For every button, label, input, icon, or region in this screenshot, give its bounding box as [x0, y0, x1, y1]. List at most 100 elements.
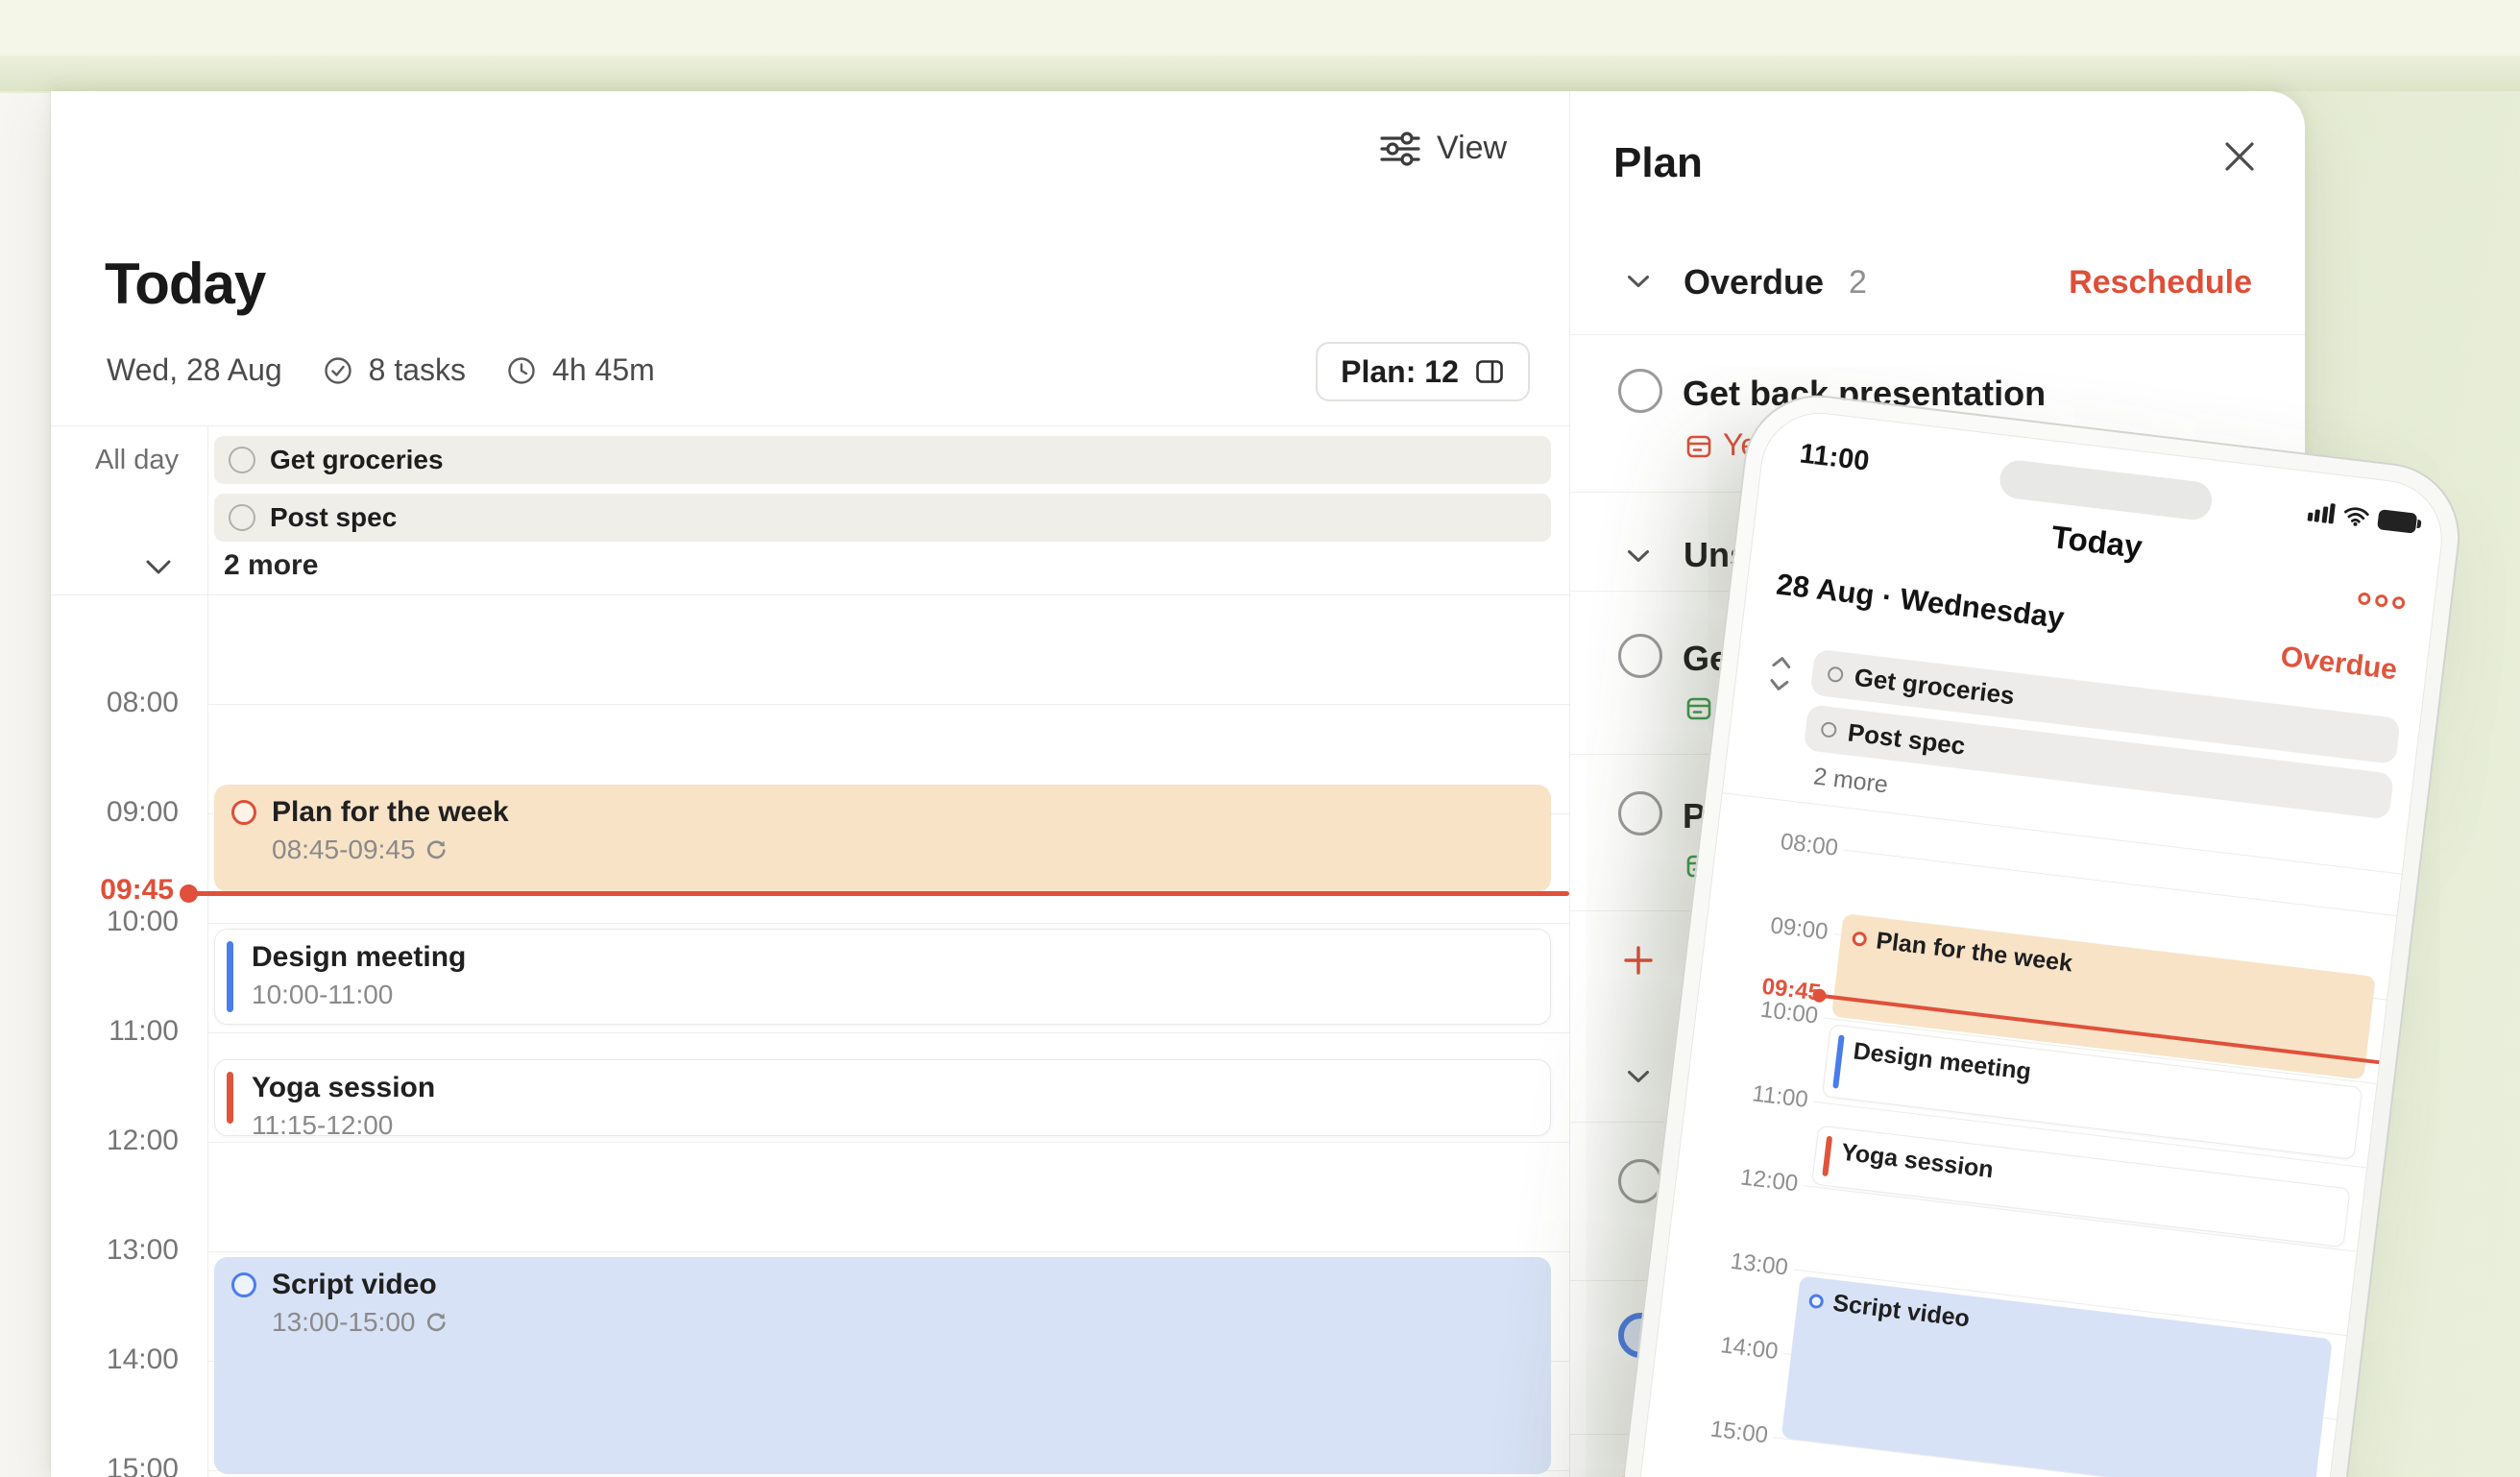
event-title: Design meeting [252, 941, 466, 974]
grid-line [207, 1142, 1569, 1143]
plan-count-label: Plan: 12 [1341, 354, 1459, 390]
allday-label: All day [95, 445, 179, 476]
tasks-count-label: 8 tasks [369, 352, 466, 388]
wifi-icon [2341, 505, 2370, 528]
phone-time-label: 08:00 [1716, 821, 1839, 862]
background-shade [0, 56, 2520, 91]
calendar-day-view: View Today Wed, 28 Aug 8 tasks 4h 45m Pl… [51, 91, 1569, 1477]
calendar-icon [1684, 431, 1713, 460]
time-label: 12:00 [51, 1125, 179, 1157]
event-title: Design meeting [1852, 1037, 2032, 1086]
event-title: Plan for the week [272, 796, 509, 829]
page-title: Today [105, 251, 265, 317]
background-card-edge [0, 93, 51, 1477]
event-checkbox[interactable] [231, 800, 256, 825]
event-time: 11:15-12:00 [252, 1110, 393, 1141]
event-design-meeting[interactable]: Design meeting 10:00-11:00 [214, 929, 1551, 1025]
view-button[interactable]: View [1378, 130, 1507, 167]
event-time: 08:45-09:45 [272, 835, 415, 865]
event-checkbox[interactable] [231, 1272, 256, 1297]
grid-line [207, 1032, 1569, 1033]
overdue-count: 2 [1849, 264, 1867, 302]
view-button-label: View [1437, 130, 1507, 167]
event-script-video[interactable]: Script video 13:00-15:00 [214, 1257, 1551, 1474]
phone-event-script-video: Script video [1781, 1275, 2333, 1477]
phone-more-label: 2 more [1812, 763, 1890, 799]
event-color-bar [227, 1072, 233, 1124]
collapse-chevron-icon[interactable] [143, 558, 174, 577]
date-meta-row: Wed, 28 Aug 8 tasks 4h 45m [107, 352, 655, 388]
task-checkbox[interactable] [229, 504, 255, 531]
event-plan-for-the-week[interactable]: Plan for the week 08:45-09:45 [214, 785, 1551, 892]
phone-allday-label: Get groceries [1853, 662, 2016, 711]
calendar-icon [1684, 693, 1713, 722]
phone-time-label: 12:00 [1676, 1157, 1799, 1199]
phone-time-label: 15:00 [1646, 1409, 1769, 1450]
allday-more-label[interactable]: 2 more [224, 549, 318, 582]
phone-time-label: 11:00 [1686, 1073, 1809, 1114]
time-label: 13:00 [51, 1234, 179, 1267]
task-checkbox[interactable] [229, 447, 255, 473]
phone-current-time-dot [1812, 988, 1828, 1004]
signal-icon [2307, 500, 2336, 523]
allday-task-label: Get groceries [270, 445, 444, 475]
current-time-line [193, 891, 1569, 896]
event-title: Yoga session [1840, 1139, 1996, 1185]
task-checkbox[interactable] [1618, 634, 1662, 678]
time-label: 08:00 [51, 687, 179, 719]
grid-line [207, 1251, 1569, 1252]
event-color-bar [227, 941, 233, 1012]
current-time-dot [180, 884, 198, 903]
allday-task-label: Post spec [270, 502, 397, 533]
chevron-down-icon[interactable] [1626, 274, 1651, 290]
close-icon[interactable] [2218, 135, 2261, 178]
event-yoga-session[interactable]: Yoga session 11:15-12:00 [214, 1059, 1551, 1136]
time-label: 11:00 [51, 1015, 179, 1048]
event-title: Plan for the week [1875, 927, 2074, 978]
reschedule-button[interactable]: Reschedule [2069, 264, 2252, 302]
current-time-label: 09:45 [51, 874, 174, 907]
time-label: 15:00 [51, 1453, 179, 1477]
allday-top-divider [51, 425, 1569, 426]
allday-bottom-divider [51, 594, 1569, 595]
sliders-icon [1378, 131, 1422, 167]
repeat-icon [423, 837, 448, 863]
plan-count-button[interactable]: Plan: 12 [1316, 342, 1530, 401]
chevron-down-icon[interactable] [1626, 548, 1651, 565]
event-checkbox [1852, 931, 1868, 947]
allday-task-get-groceries[interactable]: Get groceries [214, 436, 1551, 484]
task-checkbox [1820, 721, 1837, 738]
phone-time-label: 09:00 [1706, 905, 1829, 946]
task-checkbox[interactable] [1618, 791, 1662, 835]
check-circle-icon [323, 355, 353, 386]
phone-time-label: 13:00 [1666, 1241, 1789, 1282]
task-checkbox[interactable] [1618, 369, 1662, 413]
grid-line [1844, 850, 2397, 917]
event-title: Script video [272, 1269, 437, 1301]
event-time: 10:00-11:00 [252, 980, 393, 1010]
phone-date-heading: 28 Aug · Wednesday [1775, 568, 2067, 636]
chevron-down-icon[interactable] [1626, 1069, 1651, 1085]
time-gutter-line [207, 425, 208, 1477]
phone-time-label: 14:00 [1656, 1324, 1779, 1366]
phone-screen: 11:00 Today 28 Aug · Wednesday Overdue G… [1612, 406, 2448, 1477]
event-time: 13:00-15:00 [272, 1307, 415, 1338]
phone-overdue-badge: Overdue [2279, 641, 2399, 687]
duration-label: 4h 45m [552, 352, 655, 388]
reorder-icon [1765, 651, 1795, 696]
date-label: Wed, 28 Aug [107, 352, 282, 388]
time-label: 14:00 [51, 1344, 179, 1376]
panel-title: Plan [1613, 139, 1703, 187]
event-title: Script video [1831, 1290, 1972, 1334]
row-divider [1570, 334, 2305, 335]
allday-task-post-spec[interactable]: Post spec [214, 494, 1551, 542]
repeat-icon [423, 1310, 448, 1336]
section-overdue-label[interactable]: Overdue [1684, 262, 1824, 303]
background-top-strip [0, 0, 2520, 56]
phone-status-time: 11:00 [1798, 438, 1871, 477]
side-panel-icon [1474, 356, 1505, 387]
grid-line [207, 704, 1569, 705]
event-title: Yoga session [252, 1072, 435, 1104]
grid-line [207, 923, 1569, 924]
plus-icon [1620, 942, 1657, 979]
